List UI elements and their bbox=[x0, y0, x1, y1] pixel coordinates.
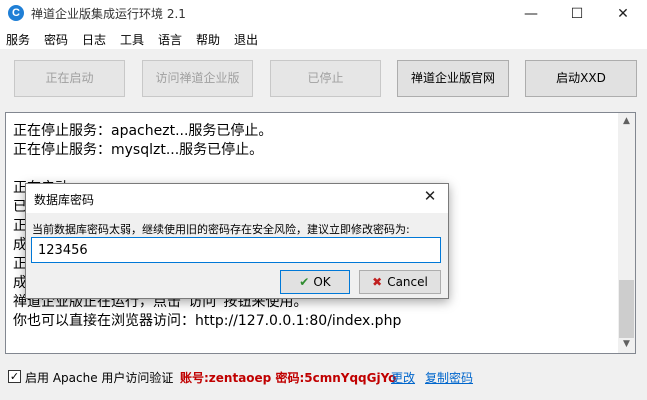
menu-language[interactable]: 语言 bbox=[158, 31, 182, 48]
starting-button[interactable]: 正在启动 bbox=[14, 60, 125, 97]
title-bar: C 禅道企业版集成运行环境 2.1 — ☐ ✕ bbox=[0, 0, 647, 28]
scrollbar-thumb[interactable] bbox=[619, 280, 634, 338]
log-line: 你也可以直接在浏览器访问：http://127.0.0.1:80/index.p… bbox=[13, 313, 402, 329]
log-line: 正在停止服务：apachezt...服务已停止。 bbox=[13, 123, 273, 139]
scroll-down-icon[interactable]: ▼ bbox=[618, 336, 635, 353]
menu-bar: 服务 密码 日志 工具 语言 帮助 退出 bbox=[0, 28, 647, 49]
footer-bar: ✓ 启用 Apache 用户访问验证 账号:zentaoep 密码:5cmnYq… bbox=[0, 363, 647, 391]
database-password-dialog: 数据库密码 ✕ 当前数据库密码太弱，继续使用旧的密码存在安全风险，建议立即修改密… bbox=[25, 183, 449, 299]
cancel-label: Cancel bbox=[387, 275, 428, 289]
stopped-button[interactable]: 已停止 bbox=[270, 60, 381, 97]
menu-service[interactable]: 服务 bbox=[6, 31, 30, 48]
dialog-title-bar: 数据库密码 ✕ bbox=[26, 184, 448, 213]
menu-log[interactable]: 日志 bbox=[82, 31, 106, 48]
dialog-message: 当前数据库密码太弱，继续使用旧的密码存在安全风险，建议立即修改密码为: bbox=[32, 223, 410, 236]
ok-label: OK bbox=[313, 275, 331, 289]
new-password-input[interactable] bbox=[31, 237, 441, 263]
app-logo-icon: C bbox=[8, 5, 24, 21]
dialog-title: 数据库密码 bbox=[34, 193, 95, 207]
ok-button[interactable]: ✔ OK bbox=[280, 270, 350, 294]
change-password-link[interactable]: 更改 bbox=[391, 369, 415, 386]
window-title: 禅道企业版集成运行环境 2.1 bbox=[31, 7, 186, 21]
apache-auth-label: 启用 Apache 用户访问验证 bbox=[25, 371, 174, 385]
cancel-x-icon: ✖ bbox=[372, 275, 383, 289]
log-line: 正在停止服务：mysqlzt...服务已停止。 bbox=[13, 142, 264, 158]
maximize-icon[interactable]: ☐ bbox=[554, 0, 600, 28]
check-icon: ✔ bbox=[299, 275, 310, 289]
log-scrollbar[interactable]: ▲ ▼ bbox=[618, 113, 635, 353]
cancel-button[interactable]: ✖ Cancel bbox=[359, 270, 441, 294]
close-icon[interactable]: ✕ bbox=[600, 0, 646, 28]
menu-help[interactable]: 帮助 bbox=[196, 31, 220, 48]
visit-button[interactable]: 访问禅道企业版 bbox=[142, 60, 253, 97]
scroll-up-icon[interactable]: ▲ bbox=[618, 113, 635, 130]
official-site-button[interactable]: 禅道企业版官网 bbox=[397, 60, 509, 97]
menu-exit[interactable]: 退出 bbox=[234, 31, 258, 48]
apache-auth-checkbox[interactable]: ✓ bbox=[8, 370, 21, 383]
copy-password-link[interactable]: 复制密码 bbox=[425, 369, 473, 386]
dialog-close-icon[interactable]: ✕ bbox=[420, 187, 440, 205]
start-xxd-button[interactable]: 启动XXD bbox=[525, 60, 637, 97]
menu-tools[interactable]: 工具 bbox=[120, 31, 144, 48]
account-info: 账号:zentaoep 密码:5cmnYqqGjYo bbox=[180, 371, 397, 385]
minimize-icon[interactable]: — bbox=[508, 0, 554, 28]
menu-password[interactable]: 密码 bbox=[44, 31, 68, 48]
